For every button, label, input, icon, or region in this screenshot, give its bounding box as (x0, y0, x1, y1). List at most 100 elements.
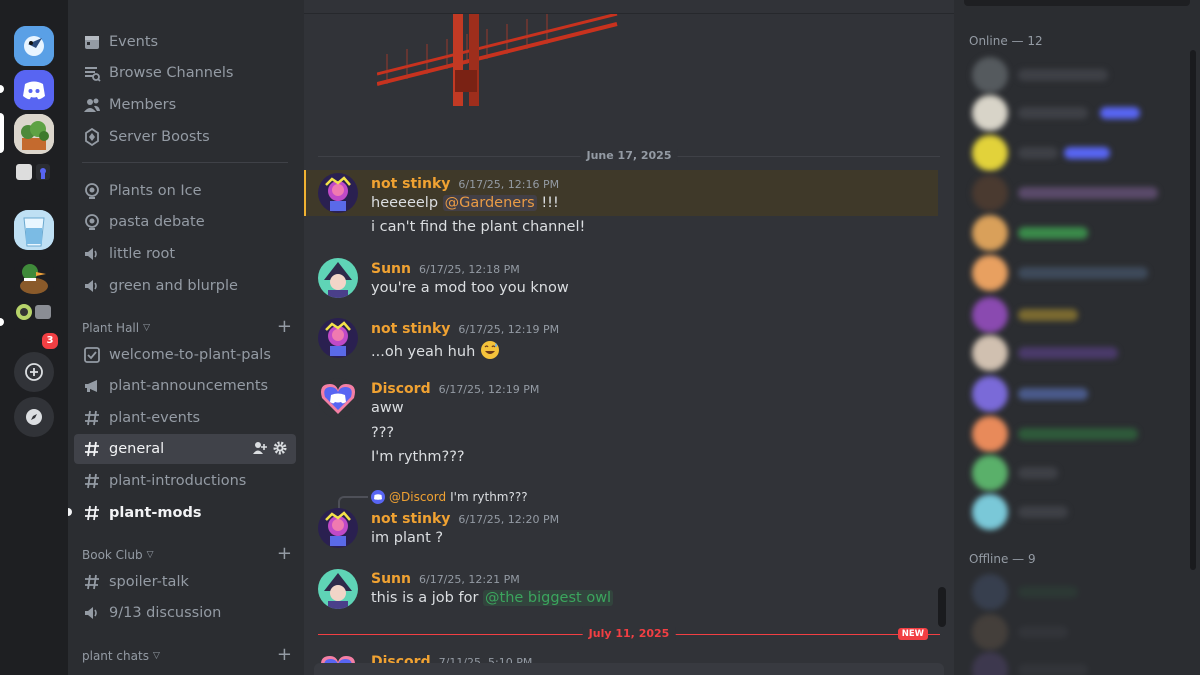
category-plant-hall[interactable]: Plant Hall ▽ + (82, 318, 292, 338)
sidebar-item-pasta-debate[interactable]: pasta debate (74, 207, 296, 237)
hash-icon (82, 572, 102, 592)
member-row[interactable] (972, 494, 1182, 530)
hash-icon (82, 439, 102, 459)
create-invite-icon[interactable] (252, 440, 268, 456)
avatar[interactable] (318, 173, 358, 213)
username[interactable]: Sunn (371, 261, 411, 277)
member-row[interactable] (972, 175, 1182, 211)
create-channel-plus-icon[interactable]: + (277, 545, 292, 563)
member-row[interactable] (972, 255, 1182, 291)
role-mention[interactable]: @Gardeners (442, 195, 537, 211)
category-plant-chats[interactable]: plant chats ▽ + (82, 646, 292, 666)
image-attachment[interactable] (377, 14, 627, 106)
member-row[interactable] (972, 574, 1182, 610)
avatar[interactable] (318, 569, 358, 609)
username[interactable]: not stinky (371, 321, 450, 337)
timestamp: 6/17/25, 12:18 PM (418, 263, 520, 276)
search-bar[interactable] (964, 0, 1190, 6)
server-selected-indicator (0, 113, 4, 153)
category-book-club[interactable]: Book Club ▽ + (82, 545, 292, 565)
sidebar-item-browse-channels[interactable]: Browse Channels (74, 58, 296, 88)
server-duck[interactable] (14, 258, 54, 298)
avatar[interactable] (318, 508, 358, 548)
avatar[interactable] (318, 318, 358, 358)
username[interactable]: not stinky (371, 176, 450, 192)
channel-plant-introductions[interactable]: plant-introductions (74, 466, 296, 496)
discord-avatar-icon (371, 490, 385, 504)
create-channel-plus-icon[interactable]: + (277, 318, 292, 336)
message-text: im plant ? (371, 530, 444, 546)
server-bird[interactable] (14, 26, 54, 66)
channel-label: plant-mods (109, 505, 202, 521)
avatar[interactable] (318, 378, 358, 418)
gear-icon[interactable] (272, 440, 288, 456)
category-label: Book Club (82, 548, 143, 562)
member-row[interactable] (972, 135, 1182, 171)
server-plant-pals[interactable] (14, 114, 54, 154)
username[interactable]: not stinky (371, 511, 450, 527)
member-list-scrollbar[interactable] (1190, 50, 1196, 570)
channel-spoiler-talk[interactable]: spoiler-talk (74, 567, 296, 597)
sidebar-item-little-root[interactable]: little root (74, 239, 296, 269)
sidebar-item-server-boosts[interactable]: Server Boosts (74, 122, 296, 152)
message-text: aww (371, 400, 404, 416)
sidebar-item-events[interactable]: Events (74, 27, 296, 57)
date-separator: June 17, 2025 (318, 149, 940, 163)
member-row[interactable] (972, 416, 1182, 452)
channel-welcome-to-plant-pals[interactable]: welcome-to-plant-pals (74, 340, 296, 370)
username[interactable]: Discord (371, 381, 431, 397)
username[interactable]: Sunn (371, 571, 411, 587)
discover-button[interactable] (14, 397, 54, 437)
member-row[interactable] (972, 614, 1182, 650)
sidebar-item-label: Plants on Ice (109, 183, 202, 199)
channel-9-13-discussion[interactable]: 9/13 discussion (74, 598, 296, 628)
stage-icon (82, 212, 102, 232)
duck-icon (20, 264, 48, 294)
message-header: Discord 6/17/25, 12:19 PM (371, 381, 539, 399)
megaphone-icon (82, 376, 102, 396)
stage-icon (82, 181, 102, 201)
water-glass-icon (14, 210, 54, 250)
sidebar-item-label: Events (109, 34, 159, 50)
chat-scrollbar-thumb[interactable] (938, 587, 946, 627)
member-row[interactable] (972, 376, 1182, 412)
channel-label: plant-announcements (109, 378, 269, 394)
browse-channels-icon (82, 63, 102, 83)
channel-plant-announcements[interactable]: plant-announcements (74, 371, 296, 401)
category-label: plant chats (82, 649, 149, 663)
online-header: Online — 12 (969, 34, 1043, 48)
sidebar-item-members[interactable]: Members (74, 90, 296, 120)
chat-area: June 17, 2025 not stinky 6/17/25, 12:16 … (304, 0, 954, 675)
add-server-button[interactable] (14, 352, 54, 392)
server-folder[interactable] (14, 160, 54, 200)
create-channel-plus-icon[interactable]: + (277, 646, 292, 664)
compass-icon (26, 409, 42, 425)
calendar-icon (82, 32, 102, 52)
channel-general[interactable]: general (74, 434, 296, 464)
message-text: heeeeelp @Gardeners !!! (371, 195, 559, 211)
reply-preview[interactable]: @Discord I'm rythm??? (371, 489, 528, 505)
member-row[interactable] (972, 652, 1182, 675)
sidebar-item-green-and-blurple[interactable]: green and blurple (74, 271, 296, 301)
member-row[interactable] (972, 455, 1182, 491)
sidebar-item-label: green and blurple (109, 278, 238, 294)
channel-plant-events[interactable]: plant-events (74, 403, 296, 433)
channel-plant-mods[interactable]: plant-mods (74, 498, 296, 528)
avatar[interactable] (318, 258, 358, 298)
sidebar-item-label: Browse Channels (109, 65, 234, 81)
speaker-icon (82, 276, 102, 296)
members-icon (82, 95, 102, 115)
member-row[interactable] (972, 95, 1182, 131)
message-text: ...oh yeah huh (371, 340, 500, 360)
role-mention[interactable]: @the biggest owl (483, 590, 614, 606)
server-water[interactable] (14, 210, 54, 250)
member-row[interactable] (972, 335, 1182, 371)
reply-author[interactable]: @Discord (389, 490, 446, 504)
sidebar-item-plants-on-ice[interactable]: Plants on Ice (74, 176, 296, 206)
member-row[interactable] (972, 215, 1182, 251)
member-row[interactable] (972, 57, 1182, 93)
member-row[interactable] (972, 297, 1182, 333)
message-input-bar[interactable] (314, 663, 944, 675)
message-header: not stinky 6/17/25, 12:20 PM (371, 511, 559, 529)
server-discord[interactable] (14, 70, 54, 110)
